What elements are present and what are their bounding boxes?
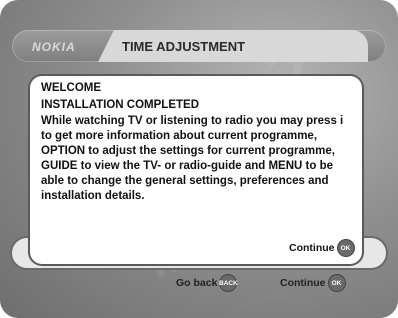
ok-icon: OK [337,240,354,256]
dialog-heading: WELCOME [41,82,102,94]
dialog-body-text: While watching TV or listening to radio … [41,115,344,202]
ok-icon: OK [328,275,345,291]
continue-label: Continue [280,277,326,289]
welcome-dialog: WELCOME INSTALLATION COMPLETED While wat… [30,76,362,264]
dialog-continue-button[interactable]: Continue OK [289,240,354,256]
continue-button[interactable]: Continue OK [280,275,345,291]
back-icon: BACK [219,275,238,291]
brand-logo: NOKIA [32,40,76,54]
tv-screen: A M NOKIA TIME ADJUSTMENT WELCOME INSTAL… [0,0,398,318]
go-back-button[interactable]: Go back BACK [176,275,238,291]
go-back-label: Go back [176,277,218,289]
dialog-subheading: INSTALLATION COMPLETED [41,99,200,111]
page-title: TIME ADJUSTMENT [122,39,246,54]
continue-label: Continue [289,242,335,254]
